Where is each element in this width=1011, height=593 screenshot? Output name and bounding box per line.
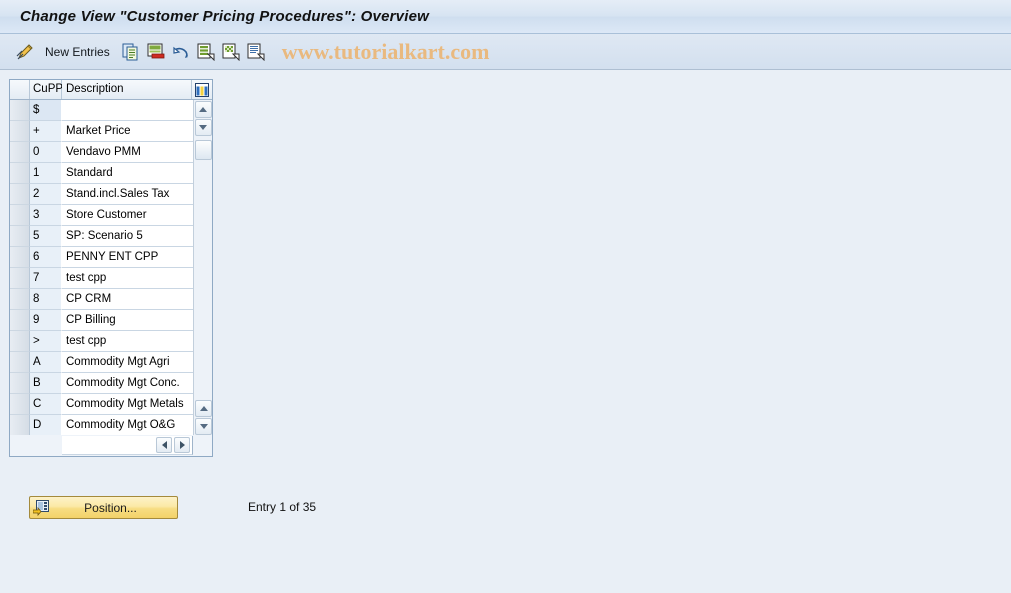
cell-cupp[interactable]: $ [30, 100, 62, 121]
table-row[interactable]: $ [10, 100, 194, 121]
table-header-cupp[interactable]: CuPP [30, 80, 63, 99]
cell-description[interactable]: Market Price [62, 121, 194, 142]
position-icon [32, 499, 50, 516]
cell-cupp[interactable]: 8 [30, 289, 62, 310]
cell-cupp[interactable]: 7 [30, 268, 62, 289]
row-select-cell[interactable] [10, 205, 30, 226]
cell-description[interactable]: Commodity Mgt Agri [62, 352, 194, 373]
table-row[interactable]: 9 CP Billing [10, 310, 194, 331]
row-select-cell[interactable] [10, 394, 30, 415]
entries-table-panel: CuPP Description $ + Market Price 0 Vendavo … [9, 79, 213, 457]
cell-description[interactable]: Commodity Mgt O&G [62, 415, 194, 436]
cell-description[interactable]: CP CRM [62, 289, 194, 310]
cell-cupp[interactable]: C [30, 394, 62, 415]
cell-cupp[interactable]: > [30, 331, 62, 352]
cell-cupp[interactable]: 3 [30, 205, 62, 226]
cell-cupp[interactable]: 5 [30, 226, 62, 247]
scrollbar-thumb[interactable] [194, 140, 212, 160]
deselect-all-icon[interactable] [220, 41, 242, 63]
cell-cupp[interactable]: 1 [30, 163, 62, 184]
cell-cupp[interactable]: + [30, 121, 62, 142]
table-row[interactable]: + Market Price [10, 121, 194, 142]
scroll-right-icon[interactable] [174, 437, 190, 453]
table-row[interactable]: 3 Store Customer [10, 205, 194, 226]
cell-cupp[interactable]: 6 [30, 247, 62, 268]
page-title: Change View "Customer Pricing Procedures… [20, 8, 429, 25]
row-select-cell[interactable] [10, 100, 30, 121]
table-row[interactable]: A Commodity Mgt Agri [10, 352, 194, 373]
row-select-cell[interactable] [10, 121, 30, 142]
cell-cupp[interactable]: D [30, 415, 62, 436]
table-header-row: CuPP Description [10, 80, 212, 100]
table-header-description[interactable]: Description [62, 80, 192, 99]
table-row[interactable]: C Commodity Mgt Metals [10, 394, 194, 415]
cell-description[interactable]: Stand.incl.Sales Tax [62, 184, 194, 205]
scroll-down-icon[interactable] [194, 119, 212, 136]
cell-description[interactable]: test cpp [62, 268, 194, 289]
variant-icon[interactable] [245, 41, 267, 63]
row-select-cell[interactable] [10, 247, 30, 268]
row-select-cell[interactable] [10, 415, 30, 436]
table-row[interactable]: 5 SP: Scenario 5 [10, 226, 194, 247]
scroll-up-icon[interactable] [194, 101, 212, 118]
table-header-select-column [10, 80, 30, 99]
cell-cupp[interactable]: 9 [30, 310, 62, 331]
table-row[interactable]: 2 Stand.incl.Sales Tax [10, 184, 194, 205]
application-toolbar: New Entries www.tutorialkart.com [0, 34, 1011, 70]
table-row[interactable]: D Commodity Mgt O&G [10, 415, 194, 436]
pencil-toggle-icon[interactable] [14, 41, 36, 63]
row-select-cell[interactable] [10, 163, 30, 184]
scroll-page-up-icon[interactable] [195, 400, 212, 417]
new-entries-button[interactable]: New Entries [45, 45, 110, 59]
table-row[interactable]: 8 CP CRM [10, 289, 194, 310]
row-select-cell[interactable] [10, 289, 30, 310]
entry-status-text: Entry 1 of 35 [248, 500, 317, 514]
cell-cupp[interactable]: 2 [30, 184, 62, 205]
cell-description[interactable]: Commodity Mgt Conc. [62, 373, 194, 394]
delete-icon[interactable] [145, 41, 167, 63]
cell-cupp[interactable]: B [30, 373, 62, 394]
window-title-bar: Change View "Customer Pricing Procedures… [0, 0, 1011, 34]
table-vertical-scrollbar[interactable] [193, 100, 212, 436]
cell-description[interactable]: Store Customer [62, 205, 194, 226]
cell-description[interactable] [62, 100, 194, 121]
table-row[interactable]: > test cpp [10, 331, 194, 352]
cell-description[interactable]: SP: Scenario 5 [62, 226, 194, 247]
table-row[interactable]: 1 Standard [10, 163, 194, 184]
row-select-cell[interactable] [10, 226, 30, 247]
cell-description[interactable]: Vendavo PMM [62, 142, 194, 163]
cell-cupp[interactable]: A [30, 352, 62, 373]
site-watermark: www.tutorialkart.com [281, 38, 490, 64]
cell-description[interactable]: test cpp [62, 331, 194, 352]
row-select-cell[interactable] [10, 352, 30, 373]
row-select-cell[interactable] [10, 373, 30, 394]
column-settings-icon[interactable] [192, 80, 212, 99]
position-button-label: Position... [84, 500, 137, 515]
table-row[interactable]: B Commodity Mgt Conc. [10, 373, 194, 394]
copy-icon[interactable] [120, 41, 142, 63]
row-select-cell[interactable] [10, 142, 30, 163]
table-row[interactable]: 6 PENNY ENT CPP [10, 247, 194, 268]
scroll-left-icon[interactable] [156, 437, 172, 453]
cell-cupp[interactable]: 0 [30, 142, 62, 163]
table-horizontal-scrollbar[interactable] [10, 435, 212, 456]
table-row[interactable]: 7 test cpp [10, 268, 194, 289]
scroll-page-down-icon[interactable] [195, 418, 212, 435]
select-all-icon[interactable] [195, 41, 217, 63]
row-select-cell[interactable] [10, 268, 30, 289]
cell-description[interactable]: Standard [62, 163, 194, 184]
cell-description[interactable]: PENNY ENT CPP [62, 247, 194, 268]
table-body: $ + Market Price 0 Vendavo PMM 1 Standard 2 Stan… [10, 100, 212, 436]
undo-icon[interactable] [170, 41, 192, 63]
position-button[interactable]: Position... [29, 496, 178, 519]
cell-description[interactable]: CP Billing [62, 310, 194, 331]
row-select-cell[interactable] [10, 310, 30, 331]
table-row[interactable]: 0 Vendavo PMM [10, 142, 194, 163]
row-select-cell[interactable] [10, 331, 30, 352]
row-select-cell[interactable] [10, 184, 30, 205]
cell-description[interactable]: Commodity Mgt Metals [62, 394, 194, 415]
